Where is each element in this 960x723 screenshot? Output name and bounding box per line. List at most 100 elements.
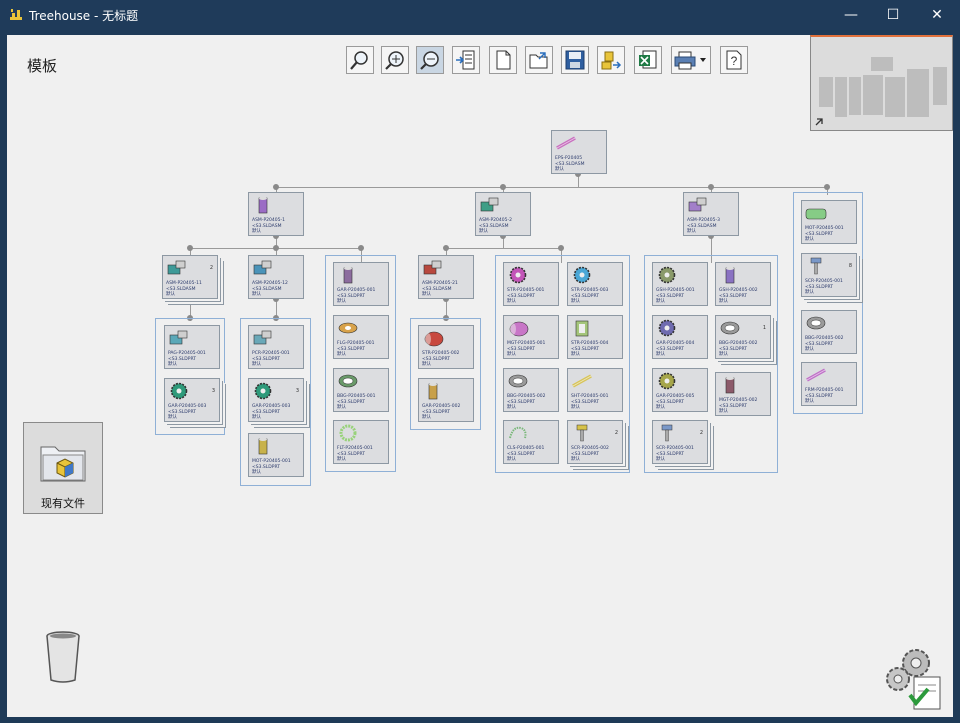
- connector-handle[interactable]: [273, 184, 279, 190]
- insert-tool[interactable]: [452, 46, 480, 74]
- save-tool[interactable]: [561, 46, 589, 74]
- help-icon: ?: [726, 50, 742, 70]
- tree-canvas[interactable]: 模板 ? EPS-P20405 <S3.SLDASM 默认 ASM-P20405…: [7, 35, 953, 717]
- node-config: 默认: [252, 229, 261, 234]
- node-name: BBG-P20405-002: [805, 336, 844, 341]
- connector-line: [446, 248, 561, 249]
- tree-node[interactable]: SCR-P20405-001 <S3.SLDPRT 默认 8: [801, 253, 857, 297]
- node-config: 默认: [337, 299, 346, 304]
- tree-node[interactable]: MOT-P20405-001 <S3.SLDPRT 默认: [248, 433, 304, 477]
- existing-files-panel[interactable]: 现有文件: [23, 422, 103, 514]
- tree-node[interactable]: BBG-P20405-002 <S3.SLDPRT 默认: [503, 368, 559, 412]
- node-name: ASM-P20405-21: [422, 281, 458, 286]
- connector-handle[interactable]: [708, 184, 714, 190]
- node-file-type: <S3.SLDPRT 默认: [337, 294, 366, 304]
- node-name: STR-P20405-001: [507, 288, 545, 293]
- settings-gears-icon[interactable]: [884, 645, 946, 711]
- tree-node[interactable]: BBG-P20405-002 <S3.SLDPRT 默认 1: [715, 315, 771, 359]
- node-name: GAR-P20405-003: [168, 404, 207, 409]
- node-config: 默认: [571, 299, 580, 304]
- node-name: SCR-P20405-001: [656, 446, 694, 451]
- tree-node[interactable]: PCR-P20405-001 <S3.SLDPRT 默认: [248, 325, 304, 369]
- node-name: FLT-P20405-001: [337, 446, 373, 451]
- node-name: STR-P20405-003: [571, 288, 609, 293]
- tree-node[interactable]: FRM-P20405-001 <S3.SLDPRT 默认: [801, 362, 857, 406]
- node-quantity: 1: [762, 325, 766, 331]
- connector-handle[interactable]: [500, 184, 506, 190]
- build-tool[interactable]: [597, 46, 625, 74]
- help-tool[interactable]: ?: [720, 46, 748, 74]
- node-file-type: <S3.SLDPRT 默认: [719, 347, 748, 357]
- print-tool[interactable]: [671, 46, 711, 74]
- tree-node[interactable]: BBG-P20405-002 <S3.SLDPRT 默认: [801, 310, 857, 354]
- node-config: 默认: [168, 415, 177, 420]
- node-file-type: <S3.SLDPRT 默认: [337, 347, 366, 357]
- node-name: FLG-P20405-001: [337, 341, 375, 346]
- tree-node[interactable]: STR-P20405-003 <S3.SLDPRT 默认: [567, 262, 623, 306]
- connector-handle[interactable]: [558, 245, 564, 251]
- tree-node[interactable]: FLT-P20405-001 <S3.SLDPRT 默认: [333, 420, 389, 464]
- tree-node[interactable]: GAR-P20405-004 <S3.SLDPRT 默认: [652, 315, 708, 359]
- zoom-in-tool[interactable]: [381, 46, 409, 74]
- tree-node[interactable]: MGT-P20405-002 <S3.SLDPRT 默认: [715, 372, 771, 416]
- node-file-type: <S3.SLDPRT 默认: [168, 357, 197, 367]
- node-file-type: <S3.SLDPRT 默认: [571, 400, 600, 410]
- tree-node[interactable]: STR-P20405-002 <S3.SLDPRT 默认: [418, 325, 474, 369]
- close-button[interactable]: ✕: [914, 0, 960, 30]
- connector-handle[interactable]: [824, 184, 830, 190]
- node-config: 默认: [252, 415, 261, 420]
- node-name: MGT-P20405-001: [507, 341, 546, 346]
- node-config: 默认: [168, 362, 177, 367]
- tree-node[interactable]: GAR-P20405-005 <S3.SLDPRT 默认: [652, 368, 708, 412]
- minimap-expand-icon[interactable]: [814, 117, 824, 127]
- new-tool[interactable]: [489, 46, 517, 74]
- tree-node[interactable]: CLS-P20405-001 <S3.SLDPRT 默认: [503, 420, 559, 464]
- tree-node[interactable]: ASM-P20405-11 <S3.SLDASM 默认 2: [162, 255, 218, 299]
- tree-node[interactable]: ASM-P20405-3 <S3.SLDASM 默认: [683, 192, 739, 236]
- tree-node[interactable]: ASM-P20405-1 <S3.SLDASM 默认: [248, 192, 304, 236]
- open-tool[interactable]: [525, 46, 553, 74]
- minimap[interactable]: [810, 35, 953, 131]
- maximize-button[interactable]: ☐: [870, 0, 916, 30]
- tree-node[interactable]: ASM-P20405-21 <S3.SLDASM 默认: [418, 255, 474, 299]
- node-config: 默认: [656, 352, 665, 357]
- connector-handle[interactable]: [443, 245, 449, 251]
- node-name: PAG-P20405-001: [168, 351, 206, 356]
- tree-node[interactable]: STR-P20405-004 <S3.SLDPRT 默认: [567, 315, 623, 359]
- gear-part-icon: [656, 319, 678, 337]
- tree-node[interactable]: EPS-P20405 <S3.SLDASM 默认: [551, 130, 607, 174]
- tree-node[interactable]: PAG-P20405-001 <S3.SLDPRT 默认: [164, 325, 220, 369]
- tree-node[interactable]: GSH-P20405-002 <S3.SLDPRT 默认: [715, 262, 771, 306]
- tree-node[interactable]: STR-P20405-001 <S3.SLDPRT 默认: [503, 262, 559, 306]
- connector-line: [276, 187, 828, 188]
- tree-node[interactable]: SCR-P20405-002 <S3.SLDPRT 默认 2: [567, 420, 623, 464]
- node-file-type: <S3.SLDPRT 默认: [337, 400, 366, 410]
- tree-node[interactable]: SHT-P20405-001 <S3.SLDPRT 默认: [567, 368, 623, 412]
- node-config: 默认: [507, 299, 516, 304]
- tree-node[interactable]: SCR-P20405-001 <S3.SLDPRT 默认 2: [652, 420, 708, 464]
- trash-icon[interactable]: [45, 630, 81, 684]
- zoom-fit-tool[interactable]: [346, 46, 374, 74]
- tree-node[interactable]: MOT-P20405-001 <S3.SLDPRT 默认: [801, 200, 857, 244]
- minimize-button[interactable]: —: [828, 0, 874, 30]
- tree-node[interactable]: ASM-P20405-12 <S3.SLDASM 默认: [248, 255, 304, 299]
- connector-handle[interactable]: [273, 245, 279, 251]
- print-icon: [674, 51, 706, 70]
- node-file-type: <S3.SLDPRT 默认: [571, 347, 600, 357]
- tree-node[interactable]: GAR-P20405-003 <S3.SLDPRT 默认 3: [248, 378, 304, 422]
- tree-node[interactable]: GSH-P20405-001 <S3.SLDPRT 默认: [652, 262, 708, 306]
- tree-node[interactable]: BBG-P20405-001 <S3.SLDPRT 默认: [333, 368, 389, 412]
- tree-node[interactable]: FLG-P20405-001 <S3.SLDPRT 默认: [333, 315, 389, 359]
- tree-node[interactable]: MGT-P20405-001 <S3.SLDPRT 默认: [503, 315, 559, 359]
- excel-tool[interactable]: [634, 46, 662, 74]
- node-name: MOT-P20405-001: [805, 226, 844, 231]
- tree-node[interactable]: GAR-P20405-002 <S3.SLDPRT 默认: [418, 378, 474, 422]
- connector-handle[interactable]: [358, 245, 364, 251]
- tree-node[interactable]: GAR-P20405-001 <S3.SLDPRT 默认: [333, 262, 389, 306]
- node-config: 默认: [555, 167, 564, 172]
- tree-node[interactable]: ASM-P20405-2 <S3.SLDASM 默认: [475, 192, 531, 236]
- connector-handle[interactable]: [187, 245, 193, 251]
- tree-node[interactable]: GAR-P20405-003 <S3.SLDPRT 默认 3: [164, 378, 220, 422]
- node-name: GSH-P20405-001: [656, 288, 695, 293]
- zoom-out-tool[interactable]: [416, 46, 444, 74]
